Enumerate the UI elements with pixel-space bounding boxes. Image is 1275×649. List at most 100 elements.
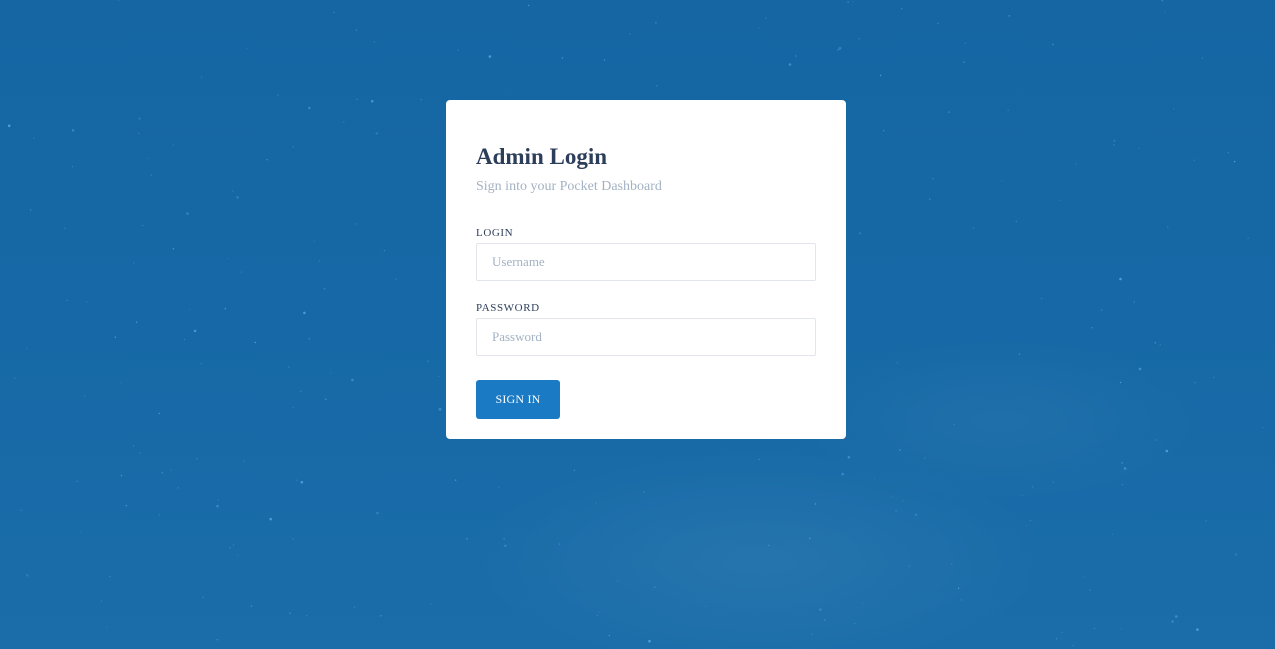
star-dot	[528, 4, 530, 7]
star-dot	[135, 321, 138, 323]
username-input[interactable]	[476, 243, 816, 281]
star-dot	[837, 49, 839, 51]
star-dot	[902, 500, 905, 502]
star-dot	[895, 510, 897, 512]
star-dot	[100, 600, 103, 602]
star-dot	[1091, 327, 1093, 329]
star-dot	[932, 178, 934, 180]
star-dot	[266, 159, 268, 161]
star-dot	[133, 262, 135, 264]
star-dot	[1234, 553, 1238, 556]
star-dot	[1227, 152, 1230, 154]
star-dot	[873, 477, 876, 480]
star-dot	[109, 575, 111, 578]
star-dot	[161, 472, 163, 474]
star-dot	[901, 8, 903, 10]
star-dot	[1164, 11, 1166, 14]
star-dot	[953, 423, 955, 426]
star-dot	[313, 240, 315, 243]
star-dot	[457, 49, 459, 51]
star-dot	[193, 329, 197, 333]
star-dot	[71, 129, 75, 132]
star-dot	[891, 495, 893, 497]
star-dot	[1173, 108, 1175, 110]
star-dot	[200, 363, 203, 365]
star-dot	[355, 29, 358, 31]
star-dot	[879, 74, 882, 77]
star-dot	[1159, 344, 1161, 346]
star-dot	[1175, 615, 1178, 618]
star-dot	[292, 538, 294, 540]
star-dot	[758, 458, 760, 461]
star-dot	[296, 479, 298, 481]
star-dot	[957, 587, 960, 589]
star-dot	[186, 212, 189, 215]
star-dot	[814, 503, 817, 505]
star-dot	[1113, 139, 1116, 142]
star-dot	[852, 1, 854, 3]
star-dot	[899, 449, 901, 451]
star-dot	[33, 137, 35, 139]
star-dot	[972, 227, 975, 229]
star-dot	[158, 412, 160, 415]
star-dot	[1052, 481, 1055, 483]
star-dot	[1052, 43, 1054, 46]
star-dot	[1161, 0, 1164, 2]
star-dot	[325, 398, 327, 400]
star-dot	[824, 619, 826, 621]
star-dot	[308, 338, 311, 340]
star-dot	[125, 504, 128, 507]
star-dot	[809, 537, 811, 539]
star-dot	[656, 85, 658, 87]
star-dot	[237, 554, 239, 557]
sign-in-button[interactable]: SIGN IN	[476, 380, 560, 419]
star-dot	[246, 47, 248, 49]
star-dot	[158, 514, 161, 516]
star-dot	[498, 486, 500, 488]
star-dot	[854, 622, 856, 625]
star-dot	[558, 543, 561, 545]
star-dot	[236, 196, 239, 199]
star-dot	[1138, 147, 1140, 150]
star-dot	[1029, 519, 1032, 522]
password-input[interactable]	[476, 318, 816, 356]
star-dot	[351, 378, 354, 382]
star-dot	[1032, 486, 1034, 488]
star-dot	[139, 452, 141, 454]
star-dot	[896, 362, 898, 364]
star-dot	[561, 57, 564, 59]
star-dot	[114, 336, 117, 338]
star-dot	[1167, 226, 1169, 228]
star-dot	[937, 22, 939, 25]
star-dot	[1196, 628, 1199, 631]
star-dot	[292, 406, 294, 409]
star-dot	[427, 360, 429, 362]
star-dot	[308, 106, 311, 110]
star-dot	[288, 366, 290, 368]
star-dot	[289, 612, 291, 614]
star-dot	[1008, 15, 1010, 17]
star-dot	[862, 602, 864, 604]
star-dot	[596, 614, 598, 617]
star-dot	[438, 407, 442, 411]
star-dot	[924, 457, 926, 459]
star-dot	[1018, 353, 1021, 355]
star-dot	[1089, 589, 1091, 591]
star-dot	[1061, 631, 1063, 634]
star-dot	[655, 22, 657, 24]
page-title: Admin Login	[476, 144, 608, 169]
star-dot	[838, 47, 842, 50]
star-dot	[1262, 426, 1264, 429]
star-dot	[929, 198, 931, 200]
star-dot	[217, 499, 219, 501]
star-dot	[14, 377, 16, 379]
star-dot	[794, 55, 797, 57]
star-dot	[654, 586, 656, 588]
star-dot	[189, 308, 191, 311]
star-dot	[138, 117, 141, 120]
star-dot	[330, 372, 332, 374]
star-dot	[1111, 533, 1114, 536]
star-dot	[71, 165, 74, 168]
star-dot	[380, 615, 382, 617]
star-dot	[118, 0, 120, 1]
